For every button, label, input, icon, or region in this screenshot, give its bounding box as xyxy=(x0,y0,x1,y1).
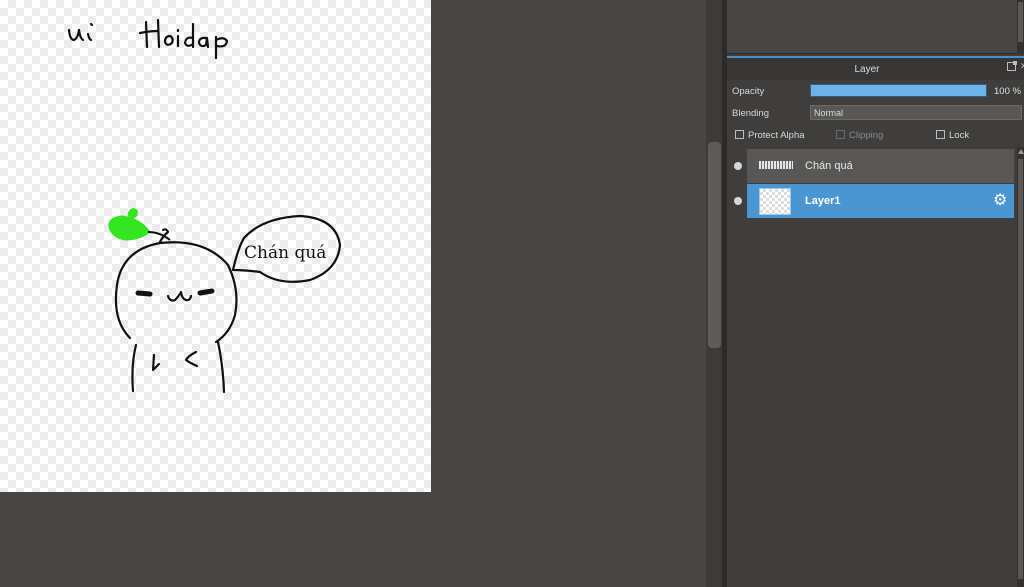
thumbnail-text-preview xyxy=(759,161,793,169)
layers-scrollbar[interactable] xyxy=(1017,147,1024,587)
layer-panel-header: Layer ✕ xyxy=(727,56,1024,80)
protect-alpha-label: Protect Alpha xyxy=(748,130,805,141)
canvas-scroll-thumb[interactable] xyxy=(708,142,721,348)
layer-name: Chán quá xyxy=(805,160,853,172)
layer-thumbnail xyxy=(759,153,793,180)
opacity-label: Opacity xyxy=(732,86,765,97)
canvas-area[interactable]: Chán quá xyxy=(0,0,706,587)
handwritten-title xyxy=(67,18,229,60)
canvas-vertical-scrollbar[interactable] xyxy=(706,0,722,587)
navigator-scrollbar[interactable] xyxy=(1017,0,1024,54)
checkbox-box[interactable] xyxy=(836,130,845,139)
sprout-drawing xyxy=(108,208,171,241)
close-icon[interactable]: ✕ xyxy=(1020,61,1024,72)
layer-name: Layer1 xyxy=(805,195,841,207)
lock-checkbox[interactable]: Lock xyxy=(936,130,969,142)
clipping-label: Clipping xyxy=(849,130,884,141)
checkbox-box[interactable] xyxy=(735,130,744,139)
blending-label: Blending xyxy=(732,108,769,119)
checkbox-box[interactable] xyxy=(936,130,945,139)
character-drawing xyxy=(114,228,238,394)
opacity-value: 100 % xyxy=(994,86,1021,97)
speech-bubble-text: Chán quá xyxy=(244,243,326,263)
layer-panel-title: Layer xyxy=(854,64,880,75)
drawing-canvas[interactable]: Chán quá xyxy=(0,0,431,492)
layers-list: Chán quá Layer1 ⚙ xyxy=(727,147,1017,587)
popout-icon[interactable] xyxy=(1007,61,1017,71)
navigator-preview-area xyxy=(727,0,1017,54)
layer-row-selected[interactable]: Layer1 ⚙ xyxy=(727,184,1014,218)
opacity-slider[interactable] xyxy=(810,84,987,97)
navigator-scroll-thumb[interactable] xyxy=(1018,2,1023,42)
layer-row[interactable]: Chán quá xyxy=(727,149,1014,183)
scroll-up-arrow-icon[interactable] xyxy=(1018,149,1024,154)
lock-label: Lock xyxy=(949,130,970,141)
gear-icon[interactable]: ⚙ xyxy=(993,193,1007,209)
right-panel: Layer ✕ Opacity 100 % Blending Normal Pr… xyxy=(727,0,1024,587)
clipping-checkbox[interactable]: Clipping xyxy=(836,130,883,142)
visibility-eye-icon[interactable] xyxy=(734,197,742,205)
visibility-eye-icon[interactable] xyxy=(734,162,742,170)
layers-scroll-thumb[interactable] xyxy=(1018,159,1023,579)
blending-select[interactable]: Normal xyxy=(810,105,1022,120)
protect-alpha-checkbox[interactable]: Protect Alpha xyxy=(735,130,805,142)
layer-thumbnail xyxy=(759,188,791,215)
canvas-drawing: Chán quá xyxy=(67,18,342,394)
